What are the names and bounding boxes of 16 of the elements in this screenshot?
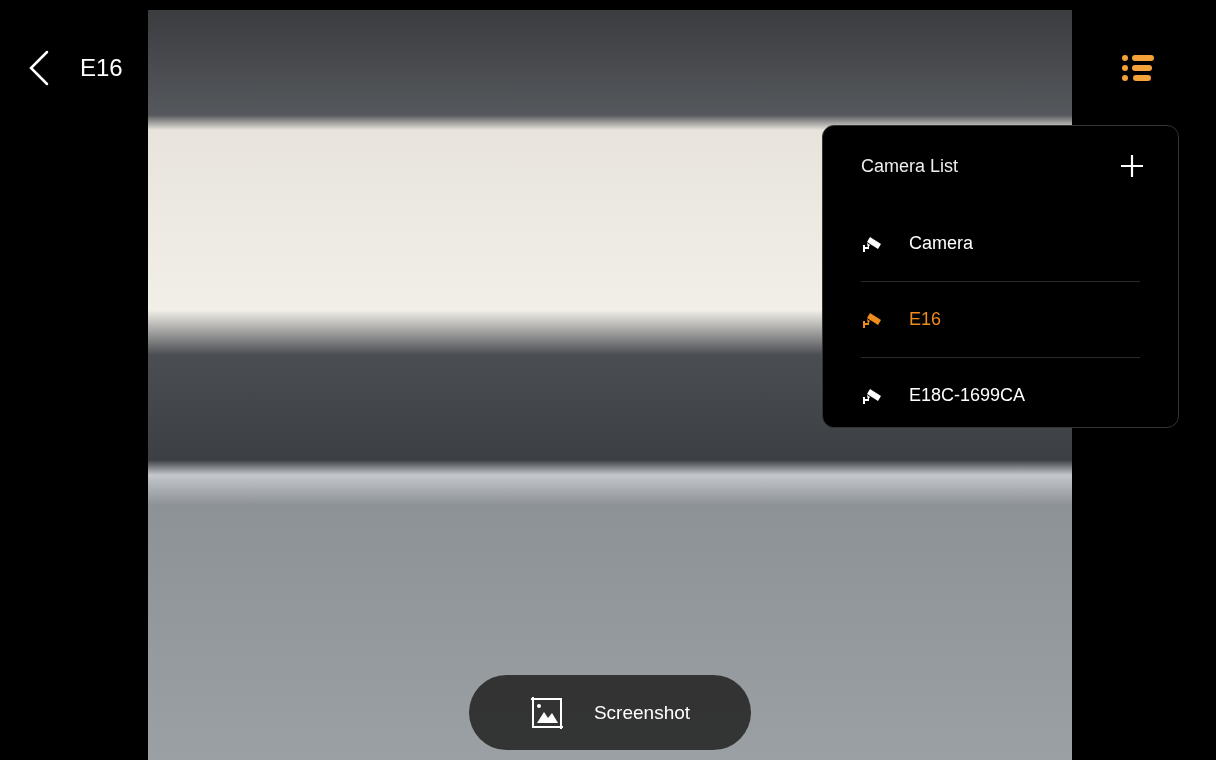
- camera-icon: [861, 310, 883, 329]
- add-button[interactable]: [1120, 154, 1144, 178]
- camera-item[interactable]: E16: [861, 282, 1140, 357]
- screenshot-button[interactable]: Screenshot: [469, 675, 751, 750]
- camera-item[interactable]: E18C-1699CA: [861, 358, 1140, 433]
- camera-list-button[interactable]: [1122, 55, 1154, 81]
- panel-title: Camera List: [861, 155, 959, 177]
- back-button[interactable]: [28, 50, 50, 86]
- image-icon: [529, 695, 564, 730]
- camera-icon: [861, 386, 883, 405]
- list-icon: [1122, 55, 1154, 81]
- camera-item[interactable]: Camera: [861, 206, 1140, 281]
- back-icon: [28, 50, 50, 86]
- camera-title: E16: [80, 54, 123, 82]
- plus-icon: [1120, 154, 1144, 178]
- camera-icon: [861, 234, 883, 253]
